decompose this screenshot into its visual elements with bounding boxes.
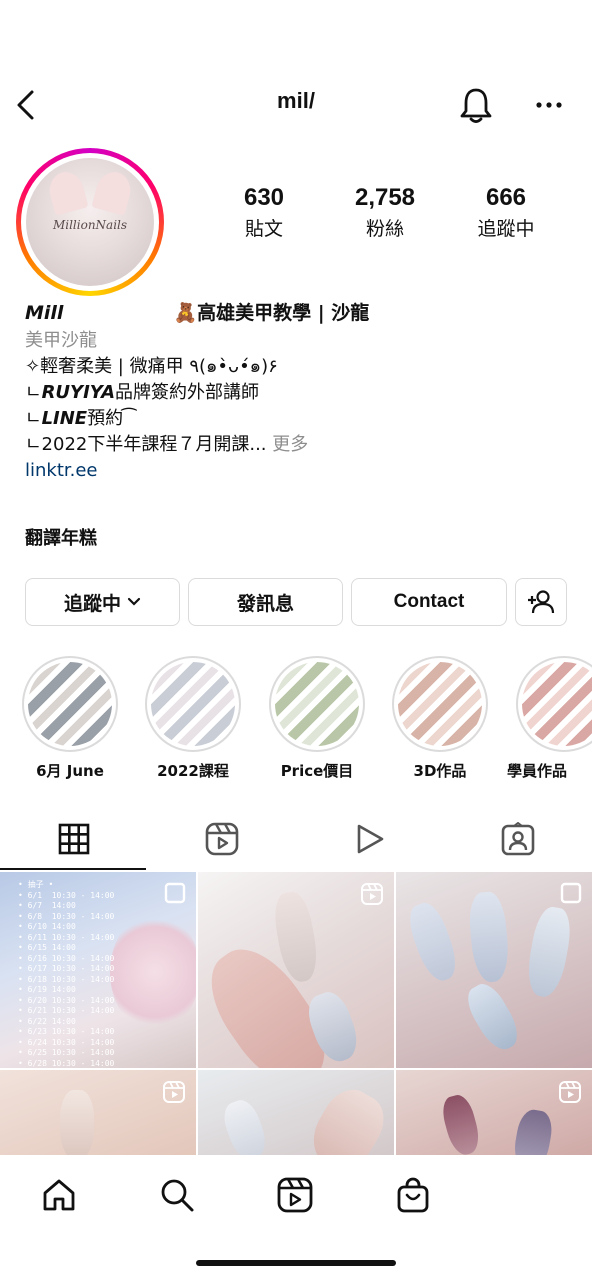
more-horizontal-icon xyxy=(536,102,562,108)
reels-icon xyxy=(361,883,383,905)
more-options-button[interactable] xyxy=(532,92,566,118)
suggested-users-button[interactable] xyxy=(515,578,567,626)
bio-line: ㄴRUYIYA品牌簽約外部講師 xyxy=(25,382,260,403)
notifications-button[interactable] xyxy=(456,84,496,126)
story-highlight[interactable] xyxy=(269,656,365,752)
multiple-images-icon xyxy=(164,882,186,904)
avatar-image: MillionNails xyxy=(26,158,154,286)
post-thumbnail[interactable] xyxy=(198,1070,394,1155)
story-highlight[interactable] xyxy=(22,656,118,752)
highlight-label: Price價目 xyxy=(280,762,354,780)
nav-home[interactable] xyxy=(37,1173,81,1217)
reels-tab[interactable] xyxy=(148,808,296,870)
reels-icon xyxy=(277,1177,313,1213)
bio-line: ㄴ2022下半年課程７月開課... 更多 xyxy=(25,434,309,455)
profile-bio: Mill 🧸高雄美甲教學 | 沙龍 美甲沙龍 ✧輕奢柔美 | 微痛甲 ٩(๑•̀ᴗ… xyxy=(25,298,575,484)
grid-tab[interactable] xyxy=(0,808,148,870)
post-thumbnail[interactable] xyxy=(198,872,394,1068)
highlight-label: 6月 June xyxy=(36,762,104,780)
followers-count[interactable]: 2,758 粉絲 xyxy=(325,184,445,241)
chevron-down-icon xyxy=(127,597,141,606)
post-thumbnail[interactable] xyxy=(0,1070,196,1155)
following-button[interactable]: 追蹤中 xyxy=(25,578,180,626)
shop-bag-icon xyxy=(397,1177,429,1213)
story-highlight[interactable] xyxy=(392,656,488,752)
profile-username-title: mil/ xyxy=(277,88,315,113)
profile-link[interactable]: linktr.ee xyxy=(25,458,575,484)
profile-avatar[interactable]: MillionNails xyxy=(16,148,164,296)
active-tab-indicator xyxy=(0,868,146,870)
schedule-text: • 抽子 • • 6/1 10:30 - 14:00 • 6/7 14:00 •… xyxy=(18,880,114,1068)
post-thumbnail[interactable]: • 抽子 • • 6/1 10:30 - 14:00 • 6/7 14:00 •… xyxy=(0,872,196,1068)
video-tab[interactable] xyxy=(296,808,444,870)
more-link[interactable]: 更多 xyxy=(272,434,308,455)
profile-category: 美甲沙龍 xyxy=(25,330,97,351)
tagged-user-icon xyxy=(501,822,535,856)
grid-icon xyxy=(58,823,90,855)
story-highlight[interactable] xyxy=(516,656,592,752)
search-icon xyxy=(161,1179,194,1212)
nav-search[interactable] xyxy=(155,1173,199,1217)
reels-icon xyxy=(163,1081,185,1103)
bio-line: ㄴLINE預約 ͡ xyxy=(25,408,129,429)
nav-reels[interactable] xyxy=(273,1173,317,1217)
profile-name: Mill 🧸高雄美甲教學 | 沙龍 xyxy=(25,302,370,324)
play-icon xyxy=(357,824,384,854)
highlight-label: 學員作品 xyxy=(506,762,567,780)
profile-tabs xyxy=(0,808,592,870)
schedule-rows: • 6/1 10:30 - 14:00 • 6/7 14:00 • 6/8 10… xyxy=(18,890,115,1068)
contact-button[interactable]: Contact xyxy=(351,578,507,626)
message-button[interactable]: 發訊息 xyxy=(188,578,343,626)
nav-shop[interactable] xyxy=(391,1173,435,1217)
reels-icon xyxy=(205,822,239,856)
bio-line: ✧輕奢柔美 | 微痛甲 ٩(๑•̀ᴗ•́๑)۶ xyxy=(25,356,278,377)
tagged-tab[interactable] xyxy=(444,808,592,870)
home-indicator xyxy=(196,1260,396,1266)
bell-icon xyxy=(460,88,492,123)
avatar-signature: MillionNails xyxy=(52,218,128,232)
following-count[interactable]: 666 追蹤中 xyxy=(446,184,566,241)
add-user-icon xyxy=(528,590,555,614)
post-thumbnail[interactable] xyxy=(396,872,592,1068)
post-thumbnail[interactable] xyxy=(396,1070,592,1155)
translate-link[interactable]: 翻譯年糕 xyxy=(25,524,97,550)
highlight-label: 2022課程 xyxy=(157,762,229,780)
home-icon xyxy=(43,1179,75,1211)
multiple-images-icon xyxy=(560,882,582,904)
posts-count[interactable]: 630 貼文 xyxy=(204,184,324,241)
highlight-label: 3D作品 xyxy=(413,762,467,780)
story-highlight[interactable] xyxy=(145,656,241,752)
reels-icon xyxy=(559,1081,581,1103)
